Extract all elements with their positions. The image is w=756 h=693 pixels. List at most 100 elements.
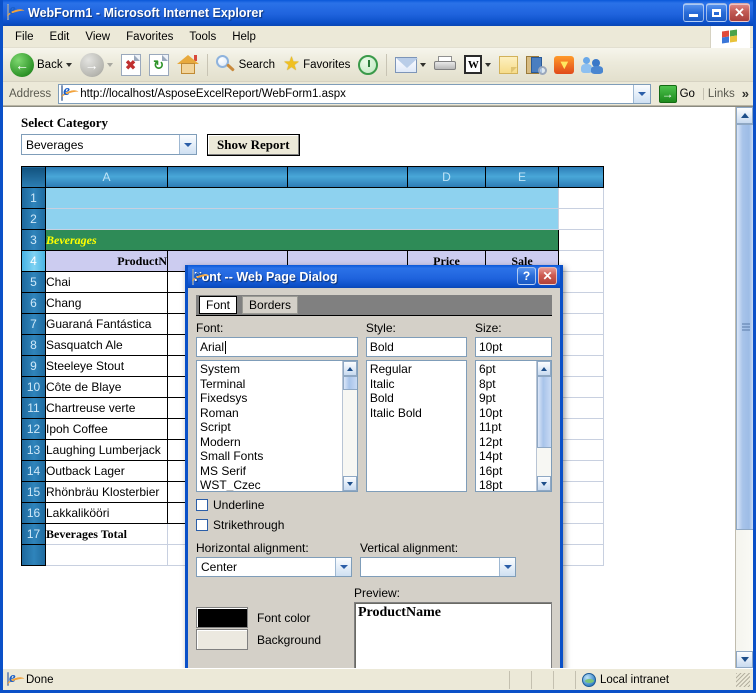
menu-edit[interactable]: Edit bbox=[42, 29, 78, 45]
menu-tools[interactable]: Tools bbox=[181, 29, 224, 45]
row-header-17[interactable]: 17 bbox=[21, 523, 46, 545]
empty-cell[interactable] bbox=[558, 418, 604, 440]
underline-checkbox[interactable] bbox=[196, 499, 208, 511]
row-header-10[interactable]: 10 bbox=[21, 376, 46, 398]
empty-cell[interactable] bbox=[45, 544, 168, 566]
font-list-scroll-thumb[interactable] bbox=[342, 376, 357, 390]
column-header-f[interactable] bbox=[558, 166, 604, 188]
print-button[interactable] bbox=[431, 51, 459, 79]
size-list-scroll-down[interactable] bbox=[537, 476, 551, 491]
row-header-2[interactable]: 2 bbox=[21, 208, 46, 230]
search-button[interactable]: Search bbox=[213, 51, 278, 79]
size-list-scrollbar[interactable] bbox=[536, 361, 551, 491]
empty-cell[interactable] bbox=[558, 376, 604, 398]
background-color-row[interactable]: Background bbox=[196, 629, 336, 650]
go-button[interactable]: → Go bbox=[654, 84, 700, 103]
forward-button[interactable]: → bbox=[77, 51, 116, 79]
halign-select[interactable]: Center bbox=[196, 557, 352, 577]
product-name-cell[interactable]: Chartreuse verte bbox=[45, 397, 168, 419]
scroll-thumb[interactable] bbox=[736, 124, 753, 530]
menu-favorites[interactable]: Favorites bbox=[118, 29, 181, 45]
column-header-b[interactable] bbox=[167, 166, 288, 188]
size-list-scroll-up[interactable] bbox=[537, 361, 551, 376]
menu-view[interactable]: View bbox=[77, 29, 118, 45]
empty-cell[interactable] bbox=[558, 187, 604, 209]
word-dropdown-icon[interactable] bbox=[485, 62, 492, 67]
empty-cell[interactable] bbox=[558, 229, 604, 251]
font-list-scroll-track[interactable] bbox=[342, 376, 357, 476]
list-item[interactable]: Terminal bbox=[197, 377, 357, 392]
notes-button[interactable] bbox=[496, 51, 521, 79]
empty-cell[interactable] bbox=[558, 523, 604, 545]
empty-cell[interactable] bbox=[558, 355, 604, 377]
size-input[interactable]: 10pt bbox=[474, 337, 552, 357]
forward-dropdown-icon[interactable] bbox=[106, 62, 113, 67]
font-list-scroll-up[interactable] bbox=[342, 361, 357, 376]
list-item[interactable]: Small Fonts bbox=[197, 449, 357, 464]
strikethrough-checkbox[interactable] bbox=[196, 519, 208, 531]
product-name-cell[interactable]: Ipoh Coffee bbox=[45, 418, 168, 440]
product-name-cell[interactable]: Chang bbox=[45, 292, 168, 314]
favorites-button[interactable]: ★ Favorites bbox=[280, 51, 353, 79]
scroll-down-button[interactable] bbox=[736, 651, 753, 668]
back-button[interactable]: ← Back bbox=[7, 51, 75, 79]
close-button[interactable]: ✕ bbox=[729, 3, 750, 22]
strikethrough-row[interactable]: Strikethrough bbox=[196, 518, 552, 532]
menu-help[interactable]: Help bbox=[224, 29, 264, 45]
tab-borders[interactable]: Borders bbox=[242, 296, 299, 314]
scroll-up-button[interactable] bbox=[736, 107, 753, 124]
product-name-cell[interactable]: Laughing Lumberjack bbox=[45, 439, 168, 461]
empty-cell[interactable] bbox=[558, 250, 604, 272]
row-header-4[interactable]: 4 bbox=[21, 250, 46, 272]
dialog-close-button[interactable]: ✕ bbox=[538, 267, 557, 285]
row-header-16[interactable]: 16 bbox=[21, 502, 46, 524]
style-input[interactable]: Bold bbox=[365, 337, 467, 357]
empty-cell[interactable] bbox=[558, 481, 604, 503]
valign-select[interactable] bbox=[360, 557, 516, 577]
row-header-8[interactable]: 8 bbox=[21, 334, 46, 356]
empty-cell[interactable] bbox=[558, 502, 604, 524]
download-button[interactable]: ▼ bbox=[551, 51, 577, 79]
total-label-cell[interactable]: Beverages Total bbox=[45, 523, 168, 545]
empty-cell[interactable] bbox=[558, 334, 604, 356]
security-zone[interactable]: Local intranet bbox=[576, 671, 736, 689]
empty-cell[interactable] bbox=[558, 292, 604, 314]
page-vertical-scrollbar[interactable] bbox=[735, 107, 753, 668]
minimize-button[interactable] bbox=[683, 3, 704, 22]
background-color-swatch[interactable] bbox=[196, 629, 248, 650]
size-listbox[interactable]: 6pt 8pt 9pt 10pt 11pt 12pt 14pt 16pt 18p… bbox=[474, 360, 552, 492]
address-dropdown-button[interactable] bbox=[632, 84, 650, 103]
style-listbox[interactable]: Regular Italic Bold Italic Bold bbox=[365, 360, 467, 492]
product-name-cell[interactable]: Steeleye Stout bbox=[45, 355, 168, 377]
row-header-3[interactable]: 3 bbox=[21, 229, 46, 251]
empty-cell[interactable] bbox=[558, 313, 604, 335]
home-button[interactable] bbox=[174, 51, 202, 79]
empty-cell[interactable] bbox=[558, 397, 604, 419]
list-item[interactable]: Bold bbox=[367, 391, 466, 406]
row-header-11[interactable]: 11 bbox=[21, 397, 46, 419]
row-header-9[interactable]: 9 bbox=[21, 355, 46, 377]
list-item[interactable]: Italic bbox=[367, 377, 466, 392]
mail-dropdown-icon[interactable] bbox=[420, 62, 427, 67]
product-name-cell[interactable]: Lakkalikööri bbox=[45, 502, 168, 524]
list-item[interactable]: Modern bbox=[197, 435, 357, 450]
stop-button[interactable]: ✖ bbox=[118, 51, 144, 79]
empty-cell[interactable] bbox=[558, 439, 604, 461]
valign-dropdown-icon[interactable] bbox=[499, 558, 515, 576]
column-header-d[interactable]: D bbox=[407, 166, 486, 188]
dialog-help-button[interactable]: ? bbox=[517, 267, 536, 285]
list-item[interactable]: System bbox=[197, 362, 357, 377]
address-input[interactable]: http://localhost/AsposeExcelReport/WebFo… bbox=[58, 83, 651, 104]
links-button[interactable]: Links bbox=[702, 87, 739, 100]
product-name-cell[interactable]: Guaraná Fantástica bbox=[45, 313, 168, 335]
column-header-e[interactable]: E bbox=[485, 166, 559, 188]
show-report-button[interactable]: Show Report bbox=[207, 134, 300, 156]
back-dropdown-icon[interactable] bbox=[65, 62, 72, 67]
category-select[interactable]: Beverages bbox=[21, 134, 197, 155]
list-item[interactable]: Regular bbox=[367, 362, 466, 377]
product-name-cell[interactable]: Outback Lager bbox=[45, 460, 168, 482]
row-header-12[interactable]: 12 bbox=[21, 418, 46, 440]
toolbar-overflow-icon[interactable]: » bbox=[742, 86, 751, 101]
product-name-cell[interactable]: Rhönbräu Klosterbier bbox=[45, 481, 168, 503]
font-input[interactable]: Arial bbox=[196, 337, 358, 357]
